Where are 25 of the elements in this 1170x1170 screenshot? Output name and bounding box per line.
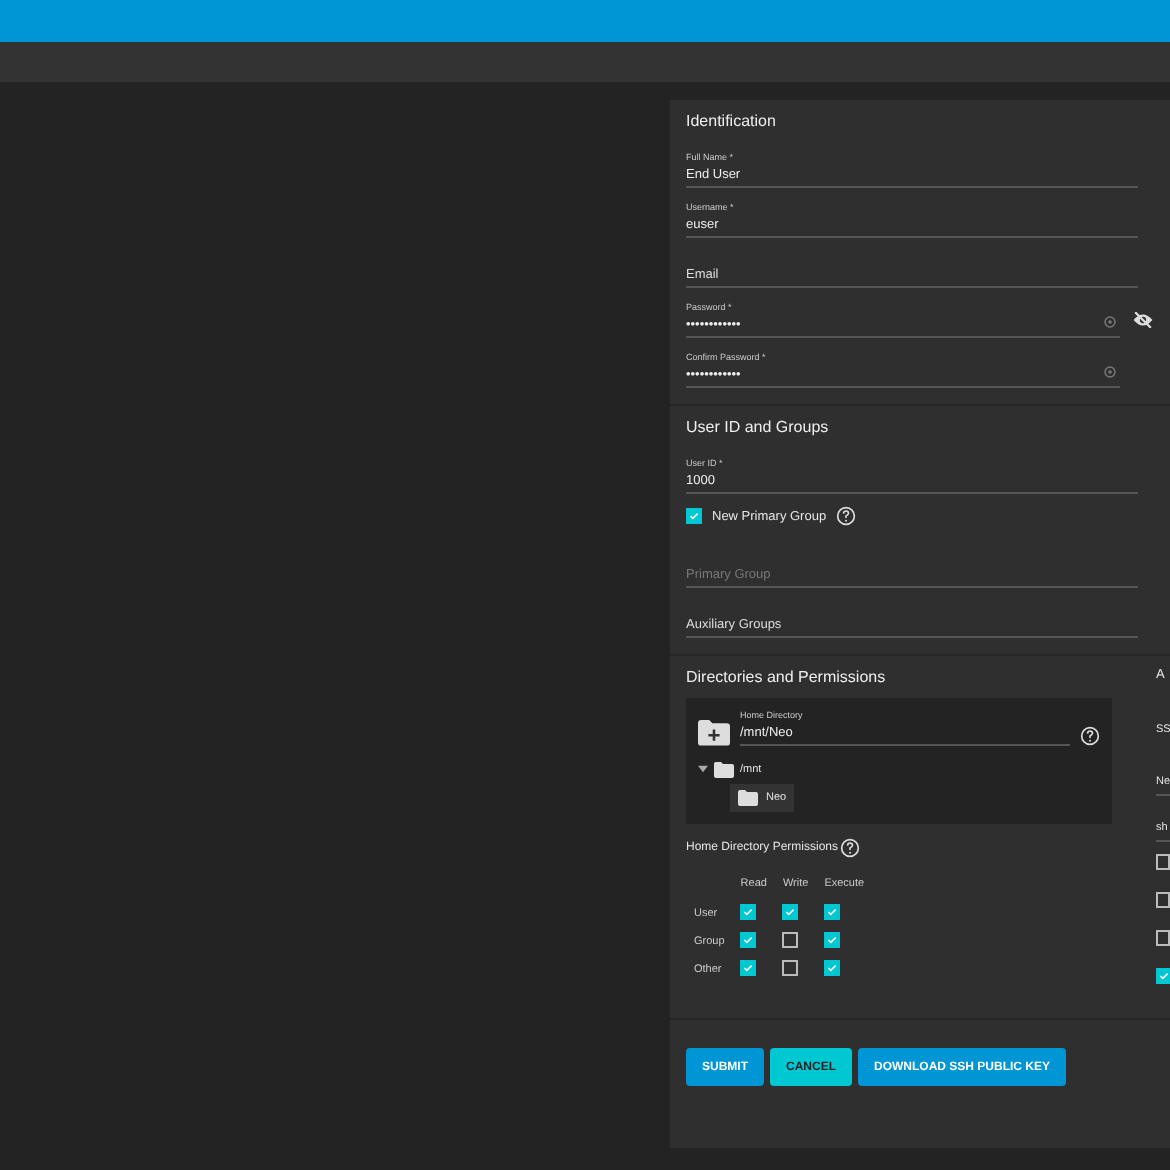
checkbox[interactable] <box>1156 853 1170 869</box>
checkbox[interactable] <box>782 904 799 920</box>
checkbox[interactable] <box>740 904 757 920</box>
checkbox[interactable] <box>686 508 702 524</box>
section-title: User ID and Groups <box>686 418 831 436</box>
checkbox[interactable] <box>824 960 841 976</box>
help-icon[interactable] <box>840 838 861 858</box>
checkbox[interactable] <box>1156 967 1170 983</box>
eye-slash-icon[interactable] <box>1132 312 1154 328</box>
help-icon[interactable] <box>836 506 857 526</box>
checkbox[interactable] <box>824 904 841 920</box>
checkbox[interactable] <box>782 932 799 948</box>
checkbox[interactable] <box>782 960 799 976</box>
checkbox[interactable] <box>824 932 841 948</box>
checkbox[interactable] <box>740 932 757 948</box>
caret-icon[interactable] <box>698 763 708 777</box>
section-title: Directories and Permissions <box>686 668 888 686</box>
folder-icon <box>738 790 758 806</box>
section-title: Identification <box>686 112 778 130</box>
folder-icon <box>714 762 734 778</box>
folder-plus-icon[interactable] <box>698 720 730 746</box>
help-icon[interactable] <box>1080 726 1100 746</box>
checkbox[interactable] <box>1156 891 1170 907</box>
checkbox[interactable] <box>1156 929 1170 945</box>
checkbox[interactable] <box>740 960 757 976</box>
